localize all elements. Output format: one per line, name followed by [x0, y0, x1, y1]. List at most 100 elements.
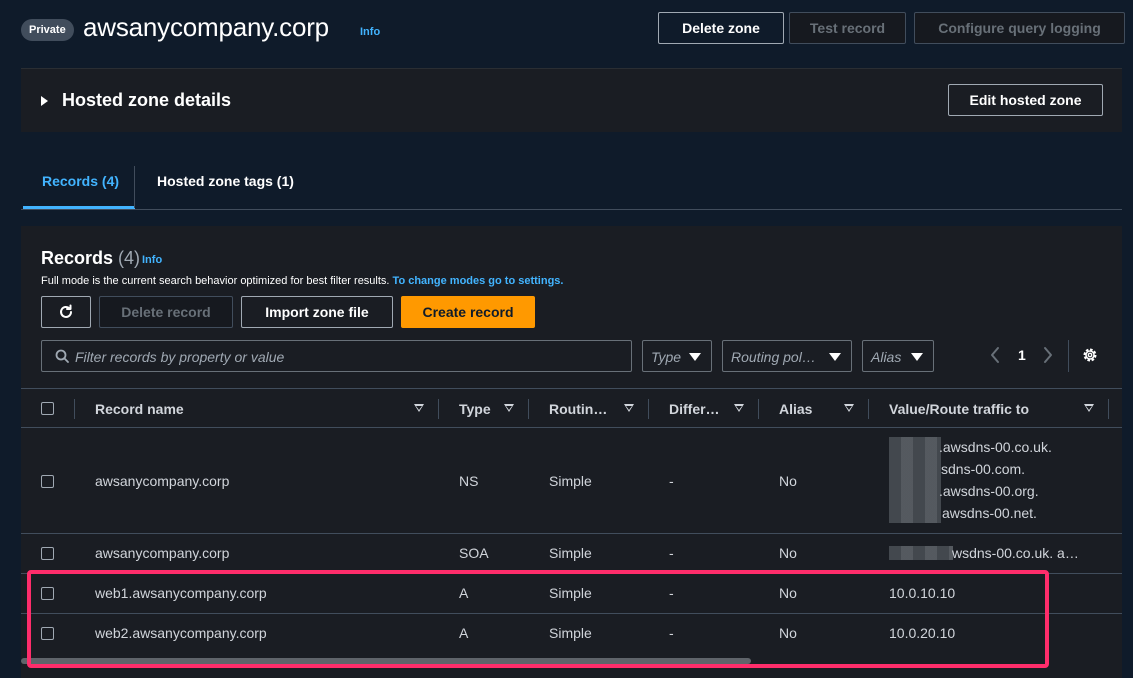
sort-icon[interactable]	[844, 404, 854, 412]
column-divider[interactable]	[438, 399, 439, 419]
column-divider[interactable]	[648, 399, 649, 419]
routing-policy-filter-label: Routing pol…	[731, 349, 816, 365]
sort-icon[interactable]	[504, 404, 514, 412]
record-name: awsanycompany.corp	[95, 473, 230, 489]
records-info-link[interactable]: Info	[142, 254, 162, 266]
configure-query-logging-button[interactable]: Configure query logging	[914, 12, 1125, 44]
alias-filter-select[interactable]: Alias	[862, 340, 934, 372]
column-header-type[interactable]: Type	[459, 401, 491, 417]
records-heading: Records (4)	[41, 248, 140, 269]
sort-icon[interactable]	[414, 404, 424, 412]
record-differentiator: -	[669, 473, 674, 489]
gear-icon[interactable]	[1081, 346, 1099, 364]
type-filter-select[interactable]: Type	[642, 340, 712, 372]
record-routing: Simple	[549, 585, 592, 601]
hosted-zone-details-toggle[interactable]: Hosted zone details	[62, 90, 231, 111]
sort-icon[interactable]	[624, 404, 634, 412]
hosted-zone-details-panel: Hosted zone details Edit hosted zone	[21, 68, 1122, 132]
record-type: A	[459, 585, 469, 601]
record-routing: Simple	[549, 545, 592, 561]
redacted-value	[889, 546, 953, 560]
tab-divider	[134, 166, 135, 208]
column-divider[interactable]	[758, 399, 759, 419]
refresh-icon	[60, 304, 72, 318]
tab-records[interactable]: Records (4)	[42, 173, 119, 189]
table-row[interactable]: web2.awsanycompany.corp A Simple - No 10…	[21, 614, 1122, 654]
record-differentiator: -	[669, 585, 674, 601]
page-header: Private awsanycompany.corp Info Delete z…	[21, 0, 1133, 58]
chevron-right-icon[interactable]	[1042, 346, 1054, 364]
records-description: Full mode is the current search behavior…	[41, 275, 563, 287]
private-badge: Private	[21, 19, 74, 41]
record-value-line: sdns-00.com.	[941, 461, 1026, 477]
column-divider[interactable]	[868, 399, 869, 419]
column-divider[interactable]	[1108, 399, 1109, 419]
column-header-record-name[interactable]: Record name	[95, 401, 184, 417]
record-value: 10.0.10.10	[889, 585, 956, 601]
record-value-line: .awsdns-00.co.uk.	[939, 439, 1052, 455]
delete-record-button[interactable]: Delete record	[99, 296, 233, 328]
search-icon	[55, 349, 69, 363]
edit-hosted-zone-button[interactable]: Edit hosted zone	[948, 84, 1103, 116]
record-name: awsanycompany.corp	[95, 545, 230, 561]
row-checkbox[interactable]	[41, 475, 54, 488]
record-type: NS	[459, 473, 479, 489]
column-header-alias[interactable]: Alias	[779, 401, 812, 417]
tab-hosted-zone-tags[interactable]: Hosted zone tags (1)	[157, 173, 294, 189]
import-zone-file-button[interactable]: Import zone file	[241, 296, 393, 328]
column-header-differentiator[interactable]: Differ…	[669, 401, 720, 417]
records-count: (4)	[118, 248, 141, 268]
routing-policy-filter-select[interactable]: Routing pol…	[722, 340, 852, 372]
row-checkbox[interactable]	[41, 627, 54, 640]
current-page-number[interactable]: 1	[1018, 347, 1026, 363]
column-divider[interactable]	[528, 399, 529, 419]
record-value: wsdns-00.co.uk. a…	[952, 545, 1079, 561]
page-title: awsanycompany.corp	[83, 12, 329, 42]
delete-zone-button[interactable]: Delete zone	[658, 12, 784, 44]
table-row[interactable]: awsanycompany.corp SOA Simple - No wsdns…	[21, 534, 1122, 574]
refresh-button[interactable]	[41, 296, 91, 328]
sort-icon[interactable]	[734, 404, 744, 412]
record-routing: Simple	[549, 473, 592, 489]
settings-link[interactable]: To change modes go to settings.	[393, 275, 564, 287]
active-tab-indicator	[23, 206, 135, 209]
select-all-checkbox[interactable]	[41, 402, 54, 415]
horizontal-scrollbar[interactable]	[21, 658, 751, 664]
column-header-value[interactable]: Value/Route traffic to	[889, 401, 1029, 417]
sort-icon[interactable]	[1084, 404, 1094, 412]
zone-info-link[interactable]: Info	[360, 26, 380, 38]
test-record-button[interactable]: Test record	[789, 12, 906, 44]
record-value: .awsdns-00.co.uk. sdns-00.com. .awsdns-0…	[889, 436, 1052, 524]
row-checkbox[interactable]	[41, 547, 54, 560]
search-input[interactable]: Filter records by property or value	[41, 340, 632, 372]
caret-down-icon	[829, 353, 841, 361]
record-alias: No	[779, 625, 797, 641]
alias-filter-label: Alias	[871, 349, 902, 365]
record-value-line: .awsdns-00.org.	[939, 483, 1039, 499]
column-header-routing[interactable]: Routin…	[549, 401, 607, 417]
create-record-button[interactable]: Create record	[401, 296, 535, 328]
record-differentiator: -	[669, 545, 674, 561]
caret-down-icon	[689, 353, 701, 361]
caret-right-icon[interactable]	[41, 96, 48, 106]
records-description-text: Full mode is the current search behavior…	[41, 275, 390, 287]
table-row[interactable]: web1.awsanycompany.corp A Simple - No 10…	[21, 574, 1122, 614]
tab-bar: Records (4) Hosted zone tags (1)	[21, 140, 1122, 210]
record-type: SOA	[459, 545, 489, 561]
record-alias: No	[779, 585, 797, 601]
type-filter-label: Type	[651, 349, 682, 365]
record-alias: No	[779, 473, 797, 489]
record-value-line: awsdns-00.net.	[942, 505, 1037, 521]
records-panel: Records (4) Info Full mode is the curren…	[21, 226, 1122, 678]
record-type: A	[459, 625, 469, 641]
table-header: Record name Type Routin… Differ… Alias V…	[21, 388, 1122, 428]
record-value: 10.0.20.10	[889, 625, 956, 641]
row-checkbox[interactable]	[41, 587, 54, 600]
caret-down-icon	[911, 353, 923, 361]
record-differentiator: -	[669, 625, 674, 641]
records-title: Records	[41, 248, 114, 268]
table-row[interactable]: awsanycompany.corp NS Simple - No .awsdn…	[21, 428, 1122, 534]
record-alias: No	[779, 545, 797, 561]
chevron-left-icon[interactable]	[989, 346, 1001, 364]
column-divider	[74, 399, 75, 419]
